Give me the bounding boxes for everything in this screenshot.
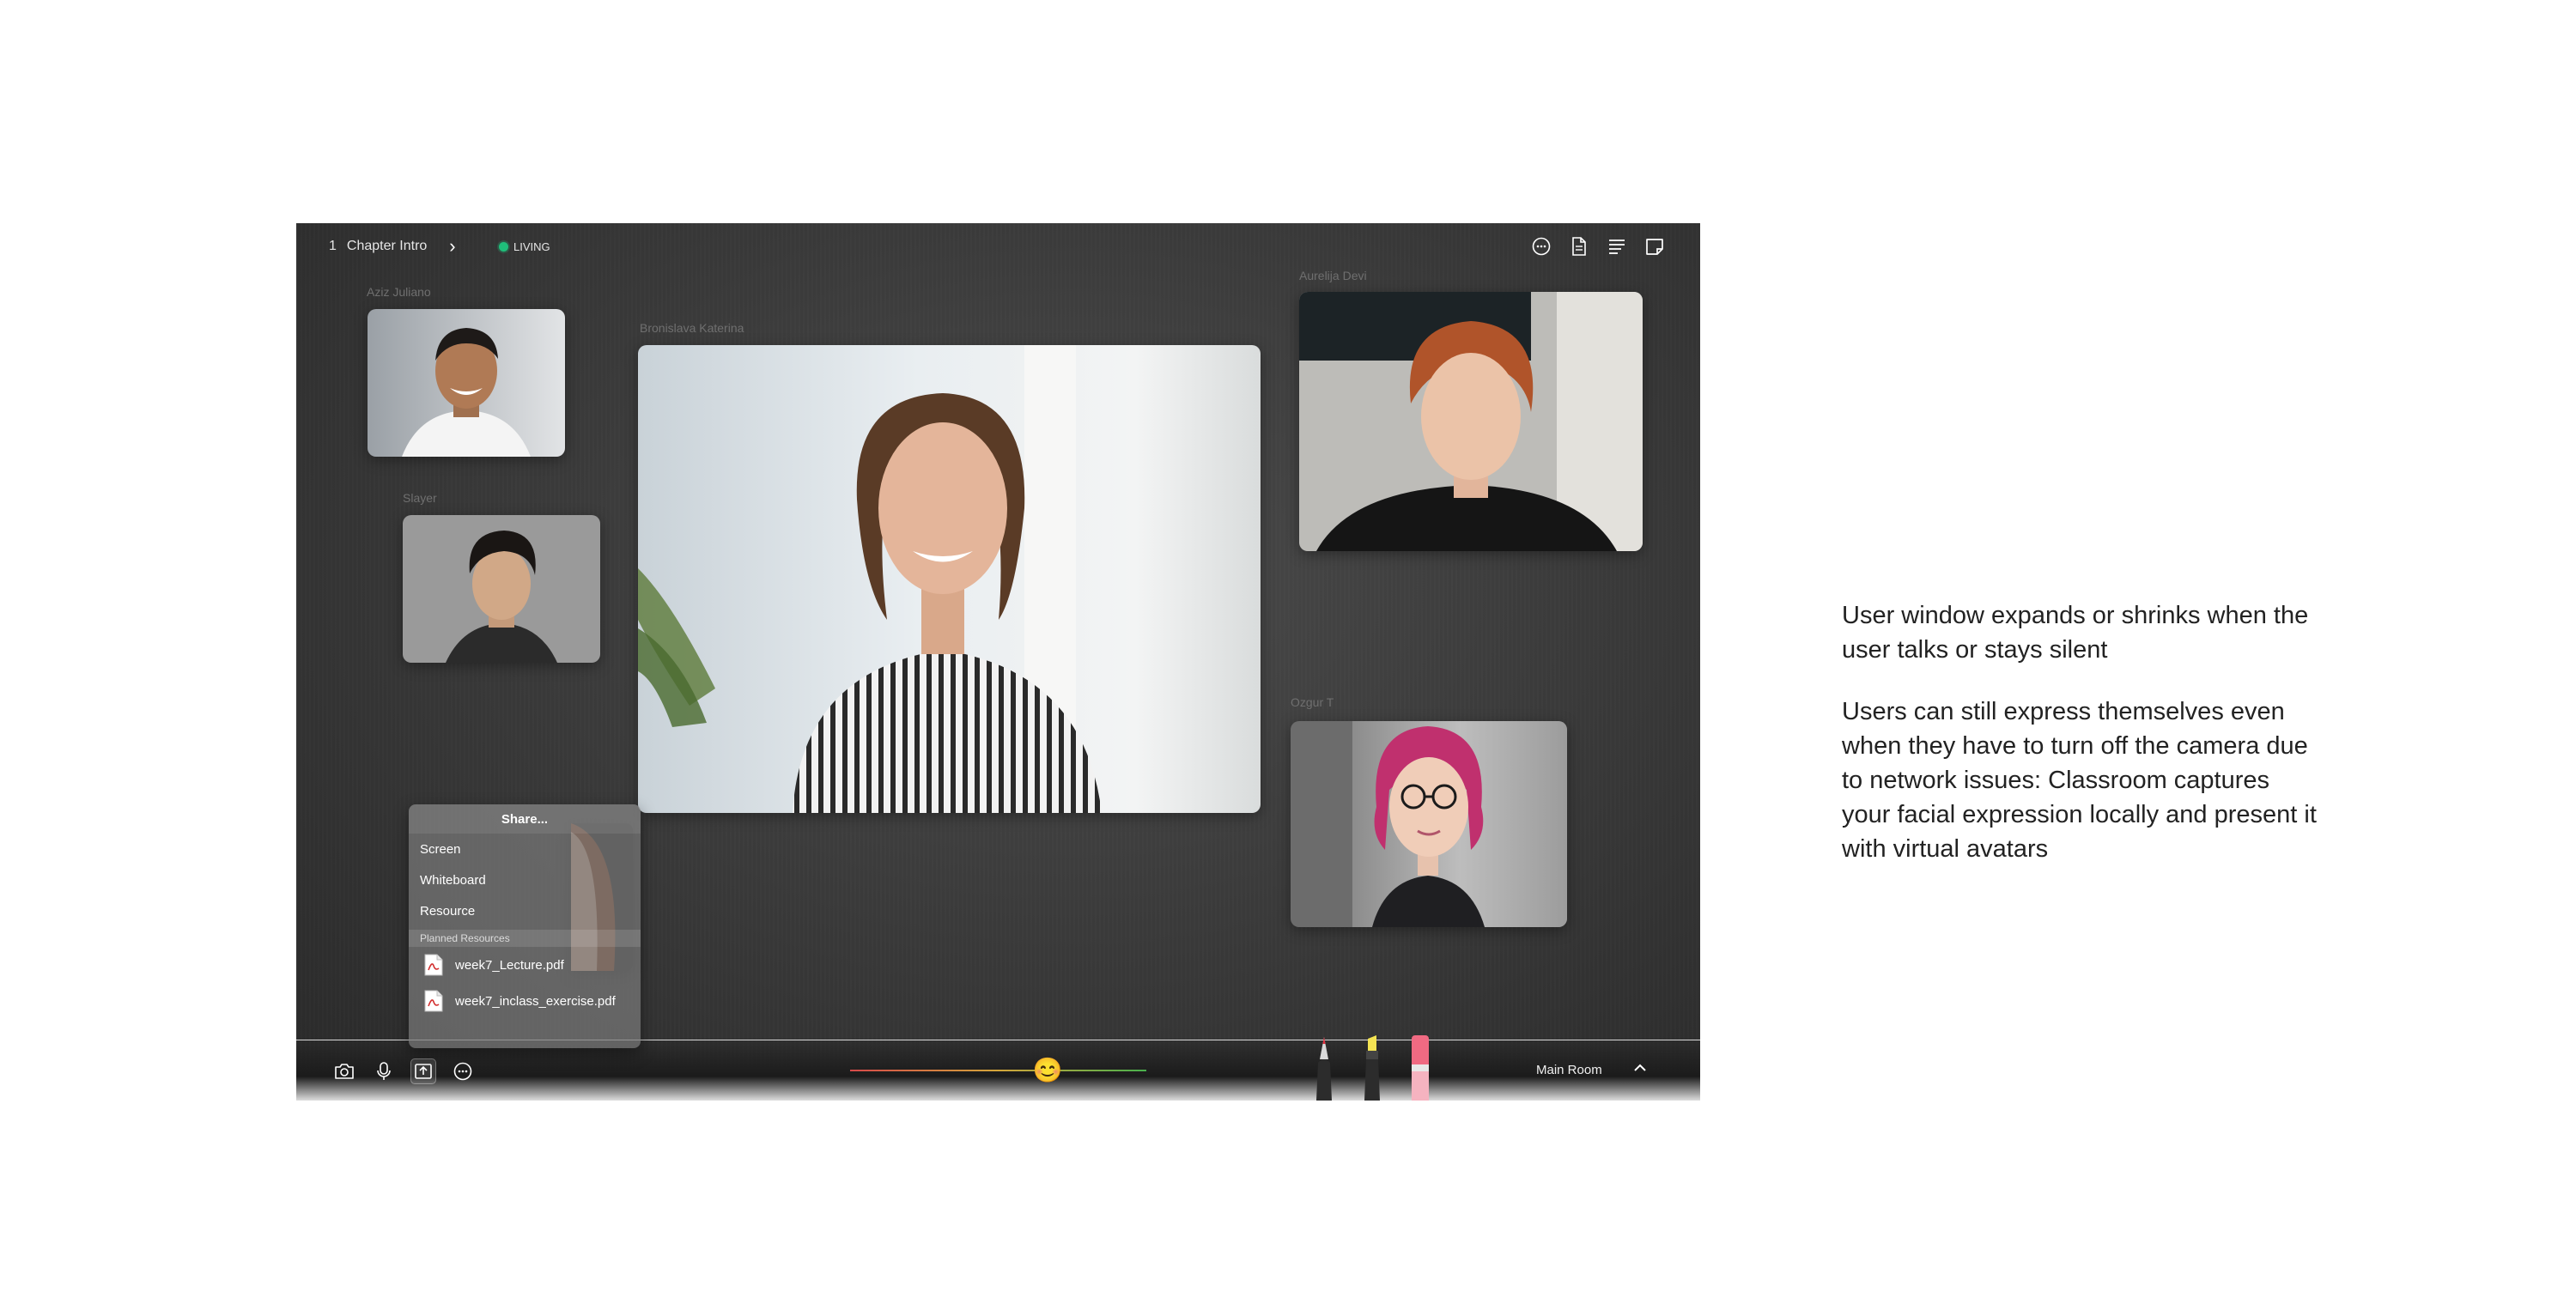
virtual-avatar	[1291, 721, 1567, 927]
participant-photo	[403, 515, 600, 663]
live-status-badge: LIVING	[499, 240, 550, 253]
top-bar: 1 Chapter Intro › LIVING	[296, 223, 1700, 271]
participant-name: Slayer	[403, 491, 437, 505]
sticky-note-icon[interactable]	[1643, 235, 1666, 258]
share-menu: Share... Screen Whiteboard Resource Plan…	[409, 804, 641, 1048]
mood-track	[850, 1070, 1146, 1071]
participant-photo	[368, 309, 565, 457]
yellow-highlighter-icon[interactable]	[1358, 1034, 1387, 1101]
participant-video-aurelija[interactable]	[1299, 292, 1643, 551]
share-screen-option[interactable]: Screen	[409, 834, 641, 864]
list-icon[interactable]	[1606, 235, 1628, 258]
participant-name: Aziz Juliano	[367, 285, 431, 299]
chevron-right-icon[interactable]: ›	[449, 237, 455, 256]
pdf-file-icon	[424, 990, 443, 1012]
file-item[interactable]: week7_inclass_exercise.pdf	[409, 983, 641, 1019]
media-controls	[332, 1058, 475, 1084]
description-paragraph: Users can still express themselves even …	[1842, 698, 2317, 863]
classroom-app-window: 1 Chapter Intro › LIVING Aziz Juliano Sl…	[296, 223, 1700, 1101]
file-item[interactable]: week7_Lecture.pdf	[409, 947, 641, 983]
chevron-up-icon[interactable]	[1630, 1058, 1650, 1078]
participant-name: Bronislava Katerina	[640, 321, 744, 335]
participant-name: Ozgur T	[1291, 695, 1334, 709]
file-name: week7_inclass_exercise.pdf	[455, 993, 616, 1009]
share-icon[interactable]	[410, 1058, 436, 1084]
participant-avatar-ozgur[interactable]	[1291, 721, 1567, 927]
microphone-icon[interactable]	[372, 1059, 396, 1083]
chapter-title: Chapter Intro	[346, 239, 428, 253]
share-whiteboard-option[interactable]: Whiteboard	[409, 864, 641, 895]
chapter-breadcrumb[interactable]: 1 Chapter Intro ›	[329, 237, 456, 256]
document-icon[interactable]	[1568, 235, 1590, 258]
share-menu-title: Share...	[409, 804, 641, 834]
participant-photo	[1299, 292, 1643, 551]
drawing-tools	[1309, 1034, 1435, 1101]
file-name: week7_Lecture.pdf	[455, 957, 564, 973]
description-paragraph: User window expands or shrinks when the …	[1842, 602, 2309, 664]
participant-video-bronislava-speaking[interactable]	[638, 345, 1261, 813]
participant-video-aziz[interactable]	[368, 309, 565, 457]
participant-photo	[638, 345, 1261, 813]
share-resource-option[interactable]: Resource	[409, 895, 641, 926]
bottom-toolbar: 😊 Main Room	[296, 1035, 1700, 1101]
room-selector-label[interactable]: Main Room	[1536, 1063, 1602, 1077]
chapter-number: 1	[329, 239, 337, 253]
planned-resources-heading: Planned Resources	[409, 930, 641, 947]
live-status-text: LIVING	[513, 240, 550, 253]
live-dot-icon	[499, 242, 508, 252]
chat-bubble-icon[interactable]	[1530, 235, 1552, 258]
mood-slider[interactable]: 😊	[850, 1058, 1146, 1083]
mood-emoji-knob[interactable]: 😊	[1033, 1058, 1063, 1083]
more-icon[interactable]	[451, 1059, 475, 1083]
pdf-file-icon	[424, 954, 443, 976]
feature-description: User window expands or shrinks when the …	[1842, 598, 2323, 894]
red-pen-icon[interactable]	[1309, 1034, 1339, 1101]
top-toolbar	[1530, 235, 1666, 258]
pink-eraser-icon[interactable]	[1406, 1034, 1435, 1101]
participant-video-slayer[interactable]	[403, 515, 600, 663]
camera-icon[interactable]	[332, 1059, 356, 1083]
